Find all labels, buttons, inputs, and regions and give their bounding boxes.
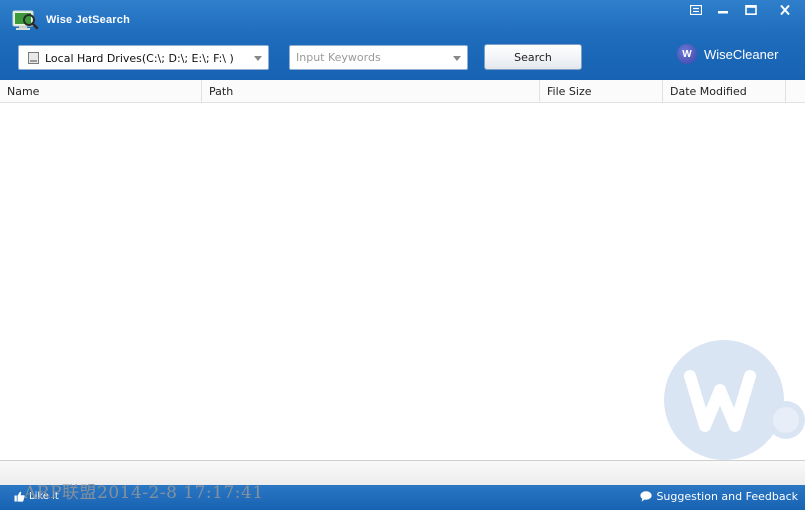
app-title: Wise JetSearch [46,14,131,26]
keyword-combobox[interactable] [289,45,468,70]
maximize-icon [745,5,757,15]
chevron-down-icon[interactable] [453,56,461,61]
title-bar: Wise JetSearch Local Hard Drives(C:\; D:… [0,0,805,80]
wisecleaner-watermark-icon [664,340,805,460]
wisecleaner-logo-icon: W [677,44,697,64]
hard-drive-icon [28,52,39,64]
column-header-file-size[interactable]: File Size [540,80,663,102]
speech-bubble-icon [640,491,653,502]
maximize-button[interactable] [739,2,763,18]
minimize-button[interactable] [711,2,735,18]
timestamp-watermark: ARP联盟2014-2-8 17:17:41 [24,483,264,503]
menu-button[interactable] [684,2,708,18]
wisecleaner-brand[interactable]: W WiseCleaner [677,43,778,65]
chevron-down-icon [254,56,262,61]
suggestion-feedback-link[interactable]: Suggestion and Feedback [640,490,798,503]
column-header-name[interactable]: Name [0,80,202,102]
search-button[interactable]: Search [484,44,582,70]
column-header-date-modified[interactable]: Date Modified [663,80,786,102]
drive-select-value: Local Hard Drives(C:\; D:\; E:\; F:\ ) [45,52,234,65]
drive-select[interactable]: Local Hard Drives(C:\; D:\; E:\; F:\ ) [18,45,269,70]
app-window: Wise JetSearch Local Hard Drives(C:\; D:… [0,0,805,510]
close-button[interactable] [773,2,797,18]
app-logo-icon [12,9,40,33]
column-header-path[interactable]: Path [202,80,540,102]
brand-name: WiseCleaner [704,46,779,62]
minimize-icon [718,11,728,14]
suggestion-feedback-label: Suggestion and Feedback [656,490,798,503]
close-icon [780,5,790,15]
results-column-header: Name Path File Size Date Modified [0,80,805,103]
keyword-input[interactable] [296,49,446,66]
menu-icon [690,5,702,15]
